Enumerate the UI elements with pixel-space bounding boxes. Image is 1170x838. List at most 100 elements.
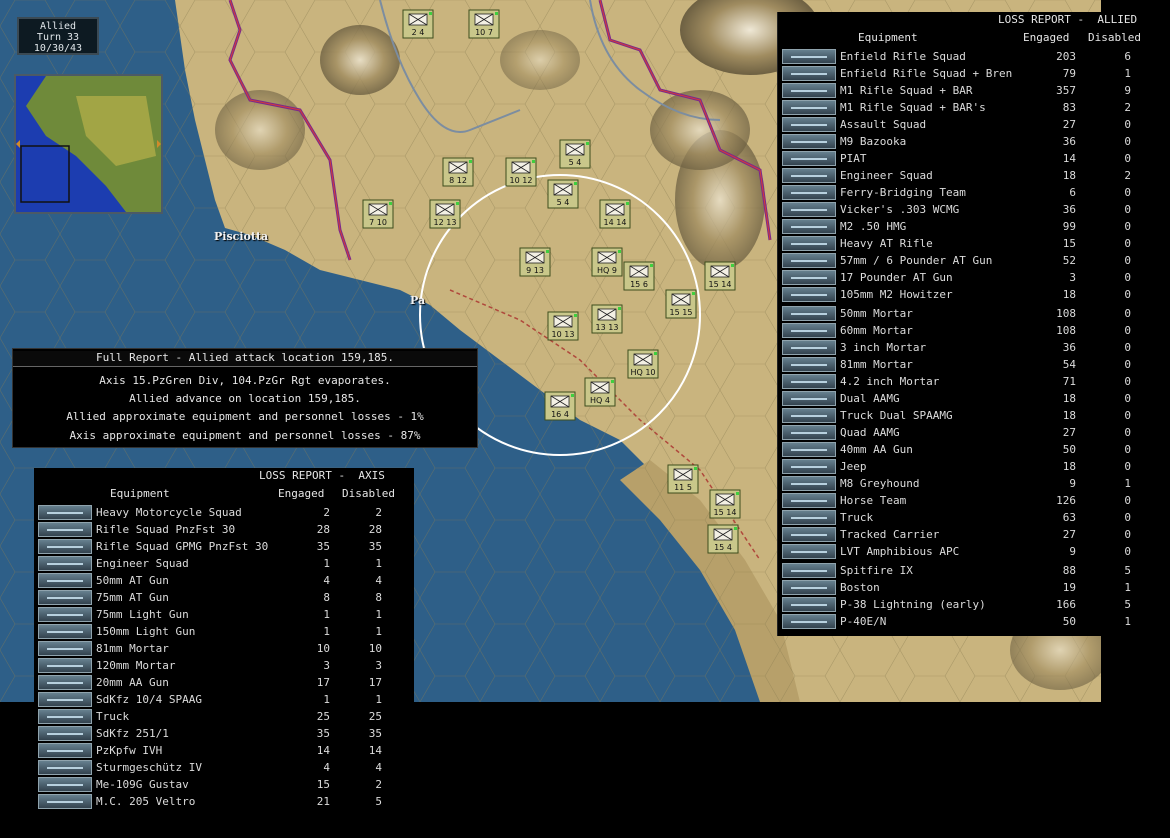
allied-loss-row[interactable]: LVT Amphibious APC 9 0 bbox=[778, 543, 1156, 560]
unit-counter[interactable]: 15 14 bbox=[709, 489, 741, 519]
allied-loss-row[interactable]: 17 Pounder AT Gun 3 0 bbox=[778, 269, 1156, 286]
axis-loss-row[interactable]: Truck 25 25 bbox=[34, 708, 414, 725]
allied-loss-row[interactable]: Enfield Rifle Squad + Bren 79 1 bbox=[778, 65, 1156, 82]
allied-loss-row[interactable]: Jeep 18 0 bbox=[778, 458, 1156, 475]
axis-loss-row[interactable]: 20mm AA Gun 17 17 bbox=[34, 674, 414, 691]
allied-loss-row[interactable]: PIAT 14 0 bbox=[778, 150, 1156, 167]
axis-loss-row[interactable]: M.C. 205 Veltro 21 5 bbox=[34, 793, 414, 810]
unit-counter[interactable]: 12 13 bbox=[429, 199, 461, 229]
equipment-icon bbox=[38, 505, 92, 520]
axis-loss-row[interactable]: Rifle Squad PnzFst 30 28 28 bbox=[34, 521, 414, 538]
equipment-name: Boston bbox=[840, 581, 880, 594]
equipment-icon bbox=[782, 493, 836, 508]
equipment-icon bbox=[782, 253, 836, 268]
equipment-icon bbox=[782, 270, 836, 285]
allied-loss-row[interactable]: Spitfire IX 88 5 bbox=[778, 562, 1156, 579]
minimap-view[interactable] bbox=[16, 76, 161, 212]
allied-loss-row[interactable]: Boston 19 1 bbox=[778, 579, 1156, 596]
disabled-count: 1 bbox=[375, 608, 382, 621]
unit-counter[interactable]: 16 4 bbox=[544, 391, 576, 421]
unit-counter[interactable]: 15 14 bbox=[704, 261, 736, 291]
unit-counter[interactable]: HQ 4 bbox=[584, 377, 616, 407]
axis-loss-row[interactable]: 150mm Light Gun 1 1 bbox=[34, 623, 414, 640]
allied-loss-row[interactable]: 105mm M2 Howitzer 18 0 bbox=[778, 286, 1156, 303]
axis-loss-row[interactable]: Heavy Motorcycle Squad 2 2 bbox=[34, 504, 414, 521]
allied-loss-row[interactable]: Quad AAMG 27 0 bbox=[778, 424, 1156, 441]
axis-loss-row[interactable]: 75mm AT Gun 8 8 bbox=[34, 589, 414, 606]
equipment-icon bbox=[782, 597, 836, 612]
allied-loss-row[interactable]: 40mm AA Gun 50 0 bbox=[778, 441, 1156, 458]
equipment-name: M1 Rifle Squad + BAR's bbox=[840, 101, 986, 114]
unit-counter[interactable]: 11 5 bbox=[667, 464, 699, 494]
unit-counter[interactable]: 15 4 bbox=[707, 524, 739, 554]
allied-loss-row[interactable]: Tracked Carrier 27 0 bbox=[778, 526, 1156, 543]
unit-counter[interactable]: 5 4 bbox=[547, 179, 579, 209]
equipment-name: Enfield Rifle Squad + Bren bbox=[840, 67, 1013, 80]
allied-loss-row[interactable]: 57mm / 6 Pounder AT Gun 52 0 bbox=[778, 252, 1156, 269]
unit-strength: 10 7 bbox=[475, 28, 493, 37]
allied-loss-row[interactable]: Truck Dual SPAAMG 18 0 bbox=[778, 407, 1156, 424]
engaged-count: 27 bbox=[1062, 426, 1076, 439]
unit-counter[interactable]: 9 13 bbox=[519, 247, 551, 277]
unit-counter[interactable]: 5 4 bbox=[559, 139, 591, 169]
engaged-count: 27 bbox=[1062, 528, 1076, 541]
allied-loss-row[interactable]: M8 Greyhound 9 1 bbox=[778, 475, 1156, 492]
allied-loss-row[interactable]: Engineer Squad 18 2 bbox=[778, 167, 1156, 184]
unit-counter[interactable]: 14 14 bbox=[599, 199, 631, 229]
unit-counter[interactable]: HQ 9 bbox=[591, 247, 623, 277]
allied-loss-row[interactable]: Assault Squad 27 0 bbox=[778, 116, 1156, 133]
allied-loss-row[interactable]: Ferry-Bridging Team 6 0 bbox=[778, 184, 1156, 201]
allied-loss-row[interactable]: M2 .50 HMG 99 0 bbox=[778, 218, 1156, 235]
allied-loss-row[interactable]: Heavy AT Rifle 15 0 bbox=[778, 235, 1156, 252]
axis-loss-row[interactable]: SdKfz 10/4 SPAAG 1 1 bbox=[34, 691, 414, 708]
equipment-name: Tracked Carrier bbox=[840, 528, 940, 541]
engaged-count: 35 bbox=[316, 727, 330, 740]
equipment-name: Horse Team bbox=[840, 494, 907, 507]
axis-loss-row[interactable]: SdKfz 251/1 35 35 bbox=[34, 725, 414, 742]
unit-counter[interactable]: 13 13 bbox=[591, 304, 623, 334]
unit-counter[interactable]: HQ 10 bbox=[627, 349, 659, 379]
unit-counter[interactable]: 7 10 bbox=[362, 199, 394, 229]
allied-loss-row[interactable]: M1 Rifle Squad + BAR 357 9 bbox=[778, 82, 1156, 99]
allied-loss-row[interactable]: Truck 63 0 bbox=[778, 509, 1156, 526]
disabled-count: 0 bbox=[1124, 152, 1131, 165]
minimap[interactable] bbox=[14, 74, 163, 214]
allied-loss-row[interactable]: M9 Bazooka 36 0 bbox=[778, 133, 1156, 150]
allied-loss-row[interactable]: M1 Rifle Squad + BAR's 83 2 bbox=[778, 99, 1156, 116]
equipment-name: Vicker's .303 WCMG bbox=[840, 203, 960, 216]
axis-loss-row[interactable]: PzKpfw IVH 14 14 bbox=[34, 742, 414, 759]
equipment-icon bbox=[782, 357, 836, 372]
axis-loss-row[interactable]: Me-109G Gustav 15 2 bbox=[34, 776, 414, 793]
allied-loss-row[interactable]: 81mm Mortar 54 0 bbox=[778, 356, 1156, 373]
axis-loss-row[interactable]: 50mm AT Gun 4 4 bbox=[34, 572, 414, 589]
axis-loss-row[interactable]: Rifle Squad GPMG PnzFst 30 35 35 bbox=[34, 538, 414, 555]
axis-loss-row[interactable]: Sturmgeschütz IV 4 4 bbox=[34, 759, 414, 776]
unit-counter[interactable]: 15 15 bbox=[665, 289, 697, 319]
allied-loss-row[interactable]: Vicker's .303 WCMG 36 0 bbox=[778, 201, 1156, 218]
allied-loss-row[interactable]: Horse Team 126 0 bbox=[778, 492, 1156, 509]
equipment-icon bbox=[38, 777, 92, 792]
axis-loss-row[interactable]: Engineer Squad 1 1 bbox=[34, 555, 414, 572]
unit-counter[interactable]: 10 12 bbox=[505, 157, 537, 187]
axis-loss-row[interactable]: 75mm Light Gun 1 1 bbox=[34, 606, 414, 623]
allied-loss-row[interactable]: Dual AAMG 18 0 bbox=[778, 390, 1156, 407]
unit-counter[interactable]: 8 12 bbox=[442, 157, 474, 187]
engaged-count: 1 bbox=[323, 608, 330, 621]
unit-counter[interactable]: 15 6 bbox=[623, 261, 655, 291]
allied-loss-row[interactable]: P-40E/N 50 1 bbox=[778, 613, 1156, 630]
allied-loss-row[interactable]: 4.2 inch Mortar 71 0 bbox=[778, 373, 1156, 390]
allied-loss-row[interactable]: Enfield Rifle Squad 203 6 bbox=[778, 48, 1156, 65]
engaged-count: 166 bbox=[1056, 598, 1076, 611]
axis-loss-row[interactable]: 81mm Mortar 10 10 bbox=[34, 640, 414, 657]
axis-loss-report: LOSS REPORT - AXIS Equipment Engaged Dis… bbox=[34, 468, 414, 816]
unit-counter[interactable]: 10 13 bbox=[547, 311, 579, 341]
allied-loss-row[interactable]: 50mm Mortar 108 0 bbox=[778, 305, 1156, 322]
allied-loss-row[interactable]: P-38 Lightning (early) 166 5 bbox=[778, 596, 1156, 613]
engaged-count: 99 bbox=[1062, 220, 1076, 233]
axis-loss-row[interactable]: 120mm Mortar 3 3 bbox=[34, 657, 414, 674]
disabled-count: 0 bbox=[1124, 460, 1131, 473]
allied-loss-row[interactable]: 3 inch Mortar 36 0 bbox=[778, 339, 1156, 356]
allied-loss-row[interactable]: 60mm Mortar 108 0 bbox=[778, 322, 1156, 339]
unit-counter[interactable]: 2 4 bbox=[402, 9, 434, 39]
unit-counter[interactable]: 10 7 bbox=[468, 9, 500, 39]
